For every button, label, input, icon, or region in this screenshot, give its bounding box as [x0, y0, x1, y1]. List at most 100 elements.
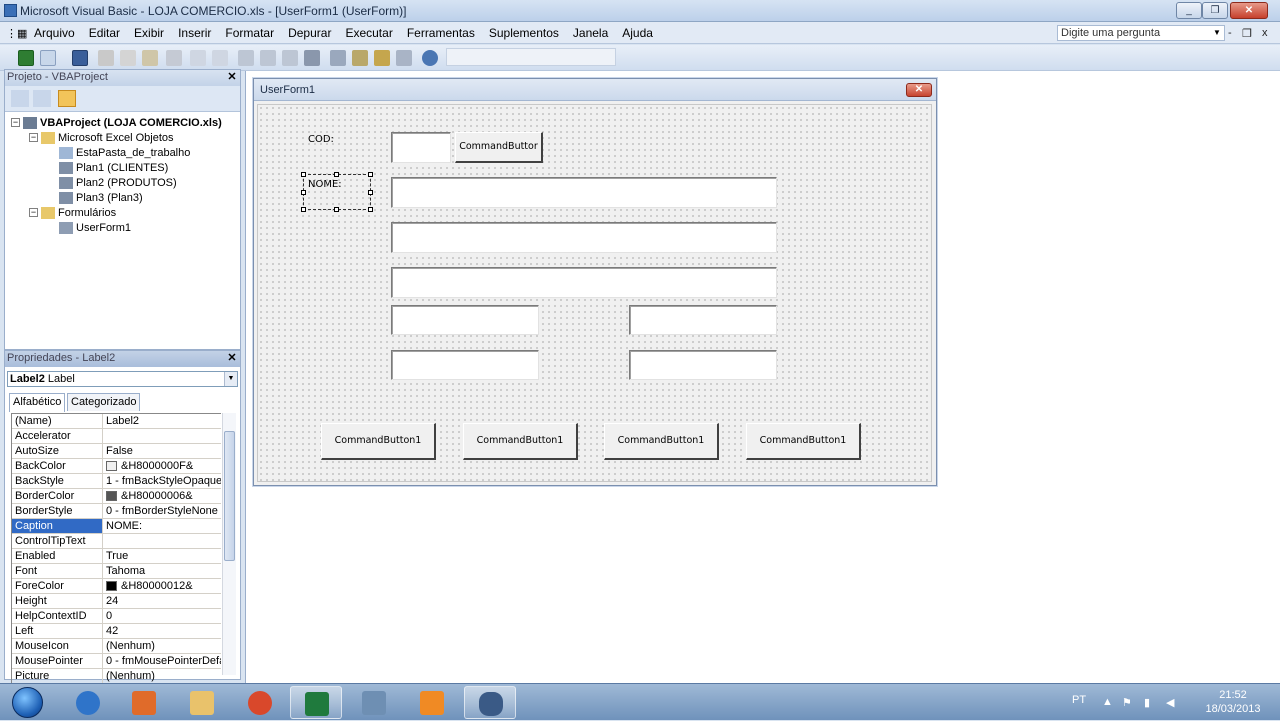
- menu-item-inserir[interactable]: Inserir: [178, 26, 211, 40]
- property-value[interactable]: True: [103, 549, 221, 563]
- scroll-thumb[interactable]: [224, 431, 235, 561]
- action-center-icon[interactable]: ⚑: [1122, 696, 1132, 709]
- property-value[interactable]: &H80000012&: [103, 579, 221, 593]
- property-row[interactable]: BackStyle 1 - fmBackStyleOpaque: [12, 474, 221, 489]
- project-explorer-icon[interactable]: [330, 50, 346, 66]
- taskbar-app-vba[interactable]: [464, 686, 516, 719]
- resize-handle[interactable]: [368, 172, 373, 177]
- property-row[interactable]: AutoSize False: [12, 444, 221, 459]
- command-button-4[interactable]: CommandButton1: [746, 423, 861, 460]
- property-value[interactable]: Label2: [103, 414, 221, 428]
- taskbar-app[interactable]: [62, 686, 114, 719]
- property-value[interactable]: &H80000006&: [103, 489, 221, 503]
- menu-item-janela[interactable]: Janela: [573, 26, 608, 40]
- tree-node-sheet[interactable]: Plan2 (PRODUTOS): [59, 176, 177, 190]
- cut-icon[interactable]: [98, 50, 114, 66]
- ask-question-input[interactable]: Digite uma pergunta: [1057, 25, 1225, 41]
- resize-handle[interactable]: [334, 172, 339, 177]
- mdi-restore-button[interactable]: ❐: [1242, 27, 1252, 40]
- collapse-icon[interactable]: −: [29, 208, 38, 217]
- textbox-cod[interactable]: [391, 132, 451, 163]
- property-value[interactable]: NOME:: [103, 519, 221, 533]
- network-icon[interactable]: ▮: [1144, 696, 1150, 709]
- clock[interactable]: 21:52 18/03/2013: [1202, 688, 1264, 716]
- property-row[interactable]: BorderColor &H80000006&: [12, 489, 221, 504]
- property-value[interactable]: 1 - fmBackStyleOpaque: [103, 474, 221, 488]
- property-row[interactable]: (Name) Label2: [12, 414, 221, 429]
- property-value[interactable]: [103, 534, 221, 548]
- tab-categorized[interactable]: Categorizado: [67, 393, 141, 411]
- property-row[interactable]: Accelerator: [12, 429, 221, 444]
- mdi-close-button[interactable]: x: [1262, 27, 1268, 39]
- property-row[interactable]: Picture (Nenhum): [12, 669, 221, 684]
- insert-userform-icon[interactable]: [40, 50, 56, 66]
- textbox-field-5[interactable]: [629, 305, 777, 335]
- resize-handle[interactable]: [301, 172, 306, 177]
- textbox-field-3[interactable]: [391, 267, 777, 298]
- tree-node-excel-objects[interactable]: Microsoft Excel Objetos: [41, 131, 174, 145]
- property-value[interactable]: 24: [103, 594, 221, 608]
- show-hidden-icons-icon[interactable]: ▲: [1102, 696, 1113, 708]
- menu-item-arquivo[interactable]: Arquivo: [34, 26, 75, 40]
- menu-item-ferramentas[interactable]: Ferramentas: [407, 26, 475, 40]
- start-button[interactable]: [12, 687, 43, 718]
- property-value[interactable]: 0 - fmBorderStyleNone: [103, 504, 221, 518]
- tree-node-sheet[interactable]: Plan3 (Plan3): [59, 191, 143, 205]
- textbox-field-6[interactable]: [391, 350, 539, 380]
- view-excel-icon[interactable]: [18, 50, 34, 66]
- undo-icon[interactable]: [190, 50, 206, 66]
- menu-item-exibir[interactable]: Exibir: [134, 26, 164, 40]
- menu-item-depurar[interactable]: Depurar: [288, 26, 331, 40]
- property-row[interactable]: MousePointer 0 - fmMousePointerDefau: [12, 654, 221, 669]
- property-value[interactable]: 42: [103, 624, 221, 638]
- resize-handle[interactable]: [368, 190, 373, 195]
- help-icon[interactable]: [422, 50, 438, 66]
- property-row[interactable]: BackColor &H8000000F&: [12, 459, 221, 474]
- taskbar-app[interactable]: [406, 686, 458, 719]
- object-selector[interactable]: Label2 Label ▼: [7, 371, 238, 387]
- view-object-button[interactable]: [33, 90, 51, 107]
- close-icon[interactable]: ✕: [226, 352, 238, 365]
- toggle-folders-button[interactable]: [58, 90, 76, 107]
- property-row[interactable]: Enabled True: [12, 549, 221, 564]
- property-row[interactable]: ControlTipText: [12, 534, 221, 549]
- copy-icon[interactable]: [120, 50, 136, 66]
- redo-icon[interactable]: [212, 50, 228, 66]
- resize-handle[interactable]: [334, 207, 339, 212]
- tree-node-forms[interactable]: Formulários: [41, 206, 116, 220]
- properties-scrollbar[interactable]: [222, 413, 236, 675]
- menu-item-formatar[interactable]: Formatar: [225, 26, 274, 40]
- property-row[interactable]: BorderStyle 0 - fmBorderStyleNone: [12, 504, 221, 519]
- chevron-down-icon[interactable]: ▼: [1211, 26, 1223, 40]
- restore-button[interactable]: ❐: [1202, 2, 1228, 19]
- design-mode-icon[interactable]: [304, 50, 320, 66]
- object-browser-icon[interactable]: [374, 50, 390, 66]
- property-value[interactable]: &H8000000F&: [103, 459, 221, 473]
- resize-handle[interactable]: [368, 207, 373, 212]
- break-icon[interactable]: [260, 50, 276, 66]
- property-row[interactable]: MouseIcon (Nenhum): [12, 639, 221, 654]
- taskbar-app[interactable]: [348, 686, 400, 719]
- property-value[interactable]: 0: [103, 609, 221, 623]
- taskbar-app-excel[interactable]: [290, 686, 342, 719]
- run-icon[interactable]: [238, 50, 254, 66]
- property-value[interactable]: (Nenhum): [103, 639, 221, 653]
- properties-window-icon[interactable]: [352, 50, 368, 66]
- textbox-field-2[interactable]: [391, 222, 777, 253]
- label-cod[interactable]: COD:: [308, 134, 334, 145]
- menu-item-suplementos[interactable]: Suplementos: [489, 26, 559, 40]
- textbox-field-7[interactable]: [629, 350, 777, 380]
- chevron-down-icon[interactable]: ▼: [224, 372, 237, 386]
- close-icon[interactable]: ✕: [226, 71, 238, 84]
- property-value[interactable]: Tahoma: [103, 564, 221, 578]
- vba-app-icon[interactable]: [4, 4, 17, 17]
- label-nome[interactable]: NOME:: [308, 179, 342, 190]
- find-icon[interactable]: [166, 50, 182, 66]
- language-indicator[interactable]: PT: [1072, 694, 1086, 706]
- userform-canvas[interactable]: COD: CommandButtor NOME: CommandButton1 …: [257, 104, 932, 482]
- minimize-button[interactable]: _: [1176, 2, 1202, 19]
- reset-icon[interactable]: [282, 50, 298, 66]
- collapse-icon[interactable]: −: [29, 133, 38, 142]
- textbox-nome[interactable]: [391, 177, 777, 208]
- paste-icon[interactable]: [142, 50, 158, 66]
